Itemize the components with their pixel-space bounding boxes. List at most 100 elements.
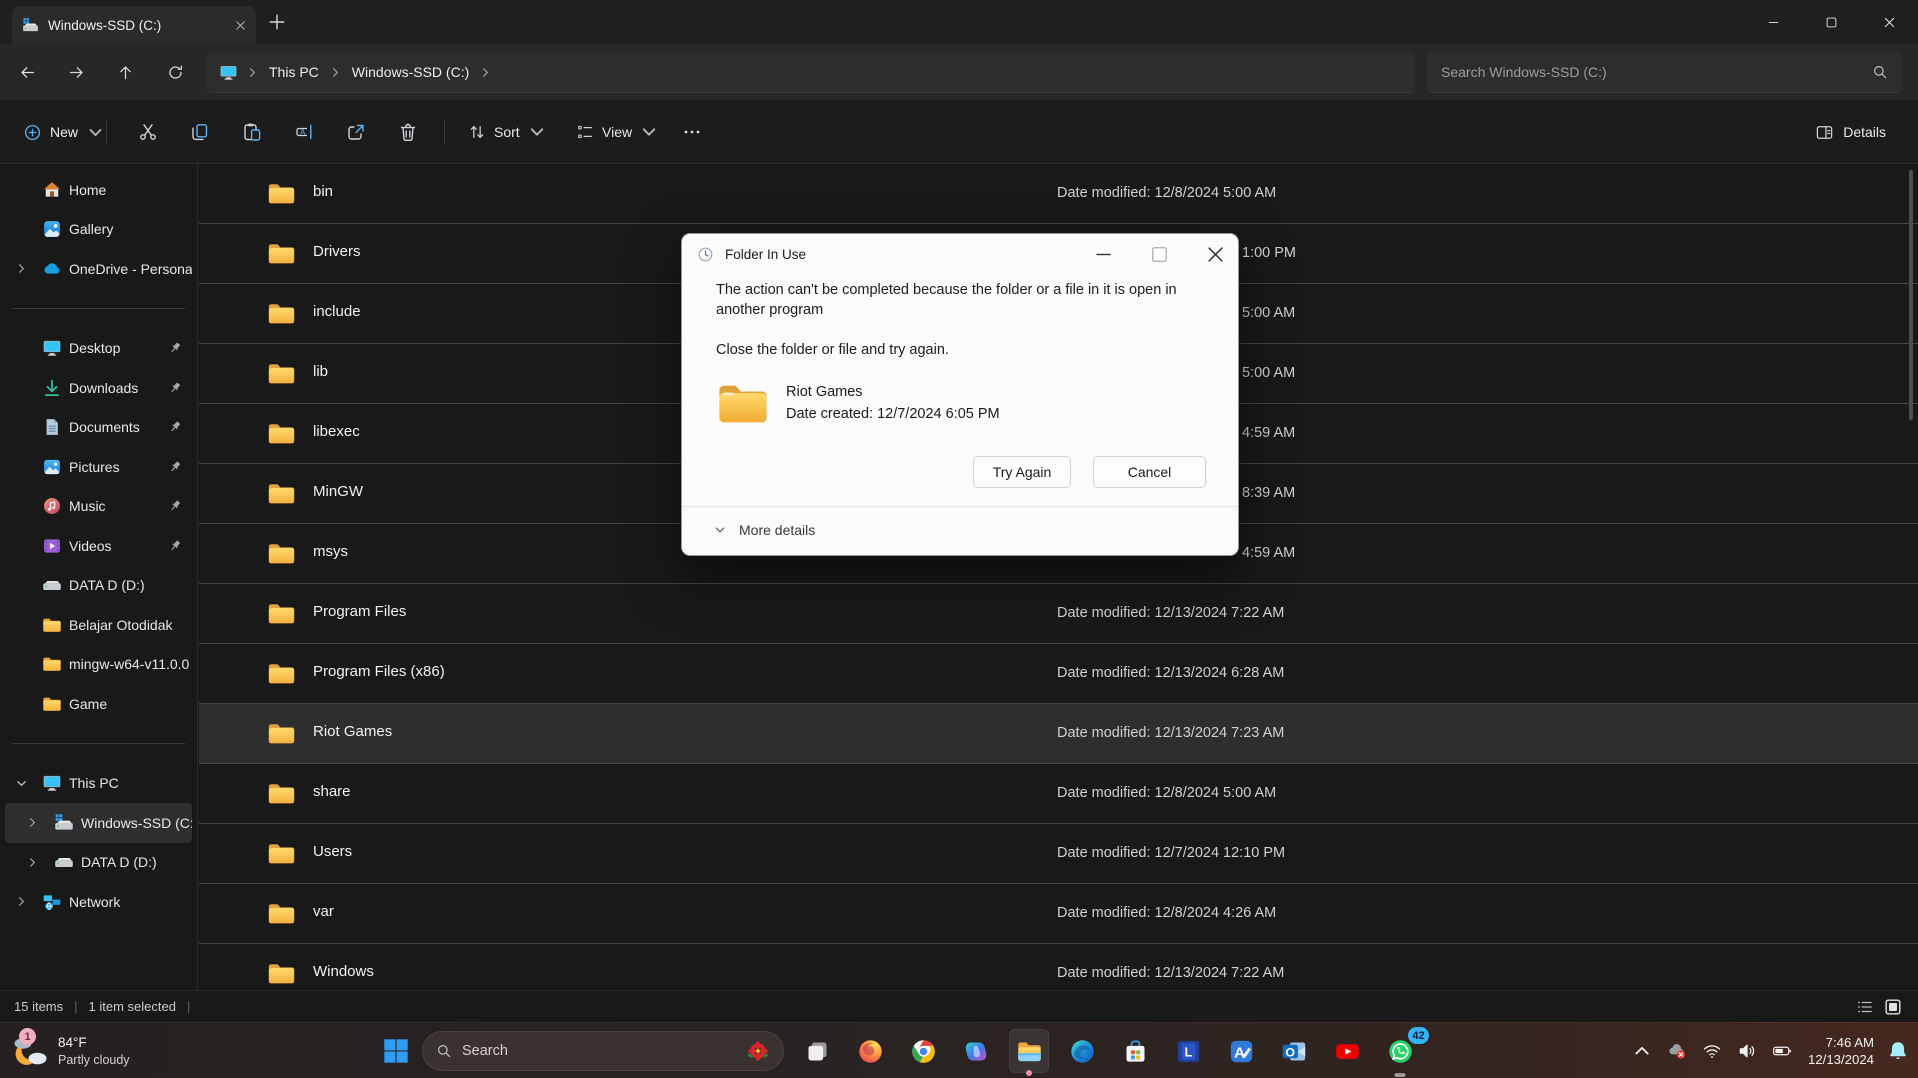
onedrive-tray-icon[interactable] bbox=[1663, 1037, 1691, 1065]
new-button[interactable]: New bbox=[14, 112, 114, 152]
sidebar-item-label: Belajar Otodidak bbox=[69, 617, 173, 633]
breadcrumb-item[interactable]: Windows-SSD (C:) bbox=[344, 60, 477, 84]
weather-widget[interactable]: 1 84°F Partly cloudy bbox=[10, 1023, 130, 1078]
cut-button[interactable] bbox=[128, 112, 168, 152]
share-button[interactable] bbox=[336, 112, 376, 152]
rename-button[interactable]: A bbox=[284, 112, 324, 152]
sidebar-item-network[interactable]: Network bbox=[5, 882, 192, 922]
taskbar-store-button[interactable] bbox=[1115, 1029, 1155, 1073]
sort-button[interactable]: Sort bbox=[458, 112, 556, 152]
tab-close-icon[interactable] bbox=[235, 20, 246, 31]
taskbar-a-pen-app-button[interactable]: A bbox=[1221, 1029, 1261, 1073]
forward-button[interactable] bbox=[62, 58, 90, 86]
volume-tray-icon[interactable] bbox=[1733, 1037, 1761, 1065]
sidebar-item-downloads[interactable]: Downloads bbox=[5, 368, 192, 408]
sidebar-item-videos[interactable]: Videos bbox=[5, 526, 192, 566]
svg-text:O: O bbox=[1285, 1045, 1295, 1059]
clock-date: 12/13/2024 bbox=[1808, 1051, 1874, 1068]
details-pane-button[interactable]: Details bbox=[1805, 112, 1896, 152]
taskbar-edge-button[interactable] bbox=[1062, 1029, 1102, 1073]
file-row[interactable]: Riot GamesDate modified: 12/13/2024 7:23… bbox=[199, 704, 1918, 764]
minimize-button[interactable] bbox=[1744, 0, 1802, 44]
copy-button[interactable] bbox=[180, 112, 220, 152]
sidebar-item-gallery[interactable]: Gallery bbox=[5, 210, 192, 250]
cancel-button[interactable]: Cancel bbox=[1093, 456, 1206, 488]
dialog-minimize-button[interactable] bbox=[1081, 234, 1126, 274]
taskbar-chrome-button[interactable] bbox=[903, 1029, 943, 1073]
file-row[interactable]: WindowsDate modified: 12/13/2024 7:22 AM bbox=[199, 944, 1918, 990]
close-button[interactable] bbox=[1860, 0, 1918, 44]
folder-icon bbox=[267, 841, 296, 866]
explorer-tab[interactable]: Windows-SSD (C:) bbox=[12, 6, 256, 44]
a-pen-app-icon: A bbox=[1228, 1038, 1255, 1065]
address-bar[interactable]: This PC Windows-SSD (C:) bbox=[207, 51, 1415, 93]
file-row[interactable]: Program Files (x86)Date modified: 12/13/… bbox=[199, 644, 1918, 704]
file-row[interactable]: shareDate modified: 12/8/2024 5:00 AM bbox=[199, 764, 1918, 824]
dialog-close-button[interactable] bbox=[1193, 234, 1238, 274]
close-icon bbox=[1884, 17, 1895, 28]
dialog-maximize-button[interactable] bbox=[1137, 234, 1182, 274]
sidebar-item-windows-ssd-c[interactable]: Windows-SSD (C:) bbox=[5, 803, 192, 843]
wifi-tray-icon[interactable] bbox=[1698, 1037, 1726, 1065]
sidebar-item-documents[interactable]: Documents bbox=[5, 408, 192, 448]
taskbar-outlook-button[interactable]: O bbox=[1274, 1029, 1314, 1073]
battery-tray-icon[interactable] bbox=[1768, 1037, 1796, 1065]
dialog-title-bar[interactable]: Folder In Use bbox=[682, 234, 1238, 274]
taskbar-l-app-button[interactable]: L bbox=[1168, 1029, 1208, 1073]
taskbar-copilot-button[interactable] bbox=[956, 1029, 996, 1073]
sidebar-item-onedrive-persona[interactable]: OneDrive - Persona bbox=[5, 249, 192, 289]
new-tab-button[interactable] bbox=[268, 13, 286, 31]
details-view-button[interactable] bbox=[1856, 998, 1874, 1016]
start-button[interactable] bbox=[383, 1038, 409, 1064]
taskbar-task-view-button[interactable] bbox=[797, 1029, 837, 1073]
breadcrumb-item[interactable]: This PC bbox=[261, 60, 327, 84]
taskbar-whatsapp-button[interactable]: 42 bbox=[1380, 1029, 1420, 1073]
clock[interactable]: 7:46 AM 12/13/2024 bbox=[1808, 1034, 1874, 1068]
sidebar-item-data-d-d[interactable]: DATA D (D:) bbox=[5, 566, 192, 606]
more-options-button[interactable] bbox=[672, 112, 712, 152]
taskbar: 1 84°F Partly cloudy Search LAO42 7:46 A bbox=[0, 1022, 1918, 1078]
up-button[interactable] bbox=[111, 58, 139, 86]
notification-bell-icon[interactable] bbox=[1886, 1039, 1910, 1063]
paste-button[interactable] bbox=[232, 112, 272, 152]
pictures-icon bbox=[42, 457, 62, 477]
pin-icon bbox=[167, 538, 183, 554]
sidebar-item-this-pc[interactable]: This PC bbox=[5, 764, 192, 804]
new-icon bbox=[24, 124, 41, 141]
refresh-button[interactable] bbox=[161, 58, 189, 86]
file-date-modified: Date modified: 12/7/2024 12:10 PM bbox=[1057, 845, 1285, 861]
sidebar-item-home[interactable]: Home bbox=[5, 170, 192, 210]
taskbar-file-explorer-button[interactable] bbox=[1009, 1029, 1049, 1073]
sidebar-item-pictures[interactable]: Pictures bbox=[5, 447, 192, 487]
file-explorer-icon bbox=[1016, 1038, 1043, 1065]
delete-button[interactable] bbox=[388, 112, 428, 152]
file-row[interactable]: UsersDate modified: 12/7/2024 12:10 PM bbox=[199, 824, 1918, 884]
status-divider: | bbox=[187, 999, 190, 1014]
search-input[interactable]: Search Windows-SSD (C:) bbox=[1427, 51, 1902, 93]
drive-icon bbox=[42, 575, 62, 595]
drive-icon bbox=[54, 852, 74, 872]
taskbar-search[interactable]: Search bbox=[422, 1031, 784, 1071]
maximize-button[interactable] bbox=[1802, 0, 1860, 44]
sidebar-item-music[interactable]: Music bbox=[5, 487, 192, 527]
more-details-expander[interactable]: More details bbox=[714, 522, 815, 538]
hidden-icons-button[interactable] bbox=[1628, 1037, 1656, 1065]
sidebar-item-desktop[interactable]: Desktop bbox=[5, 329, 192, 369]
volume-icon bbox=[1737, 1041, 1757, 1061]
sidebar-item-data-d-d[interactable]: DATA D (D:) bbox=[5, 843, 192, 883]
file-row[interactable]: binDate modified: 12/8/2024 5:00 AM bbox=[199, 164, 1918, 224]
taskbar-firefox-button[interactable] bbox=[850, 1029, 890, 1073]
large-icons-view-button[interactable] bbox=[1884, 998, 1902, 1016]
file-row[interactable]: varDate modified: 12/8/2024 4:26 AM bbox=[199, 884, 1918, 944]
back-button[interactable] bbox=[13, 58, 41, 86]
sidebar-item-belajar-otodidak[interactable]: Belajar Otodidak bbox=[5, 605, 192, 645]
sidebar-item-label: Windows-SSD (C:) bbox=[81, 815, 192, 831]
sidebar-item-game[interactable]: Game bbox=[5, 684, 192, 724]
sidebar-item-mingw-w64-v11-0-0[interactable]: mingw-w64-v11.0.0 bbox=[5, 645, 192, 685]
taskbar-youtube-button[interactable] bbox=[1327, 1029, 1367, 1073]
cut-icon bbox=[138, 122, 158, 142]
view-button[interactable]: View bbox=[566, 112, 668, 152]
scrollbar[interactable] bbox=[1909, 170, 1913, 420]
try-again-button[interactable]: Try Again bbox=[973, 456, 1071, 488]
file-row[interactable]: Program FilesDate modified: 12/13/2024 7… bbox=[199, 584, 1918, 644]
